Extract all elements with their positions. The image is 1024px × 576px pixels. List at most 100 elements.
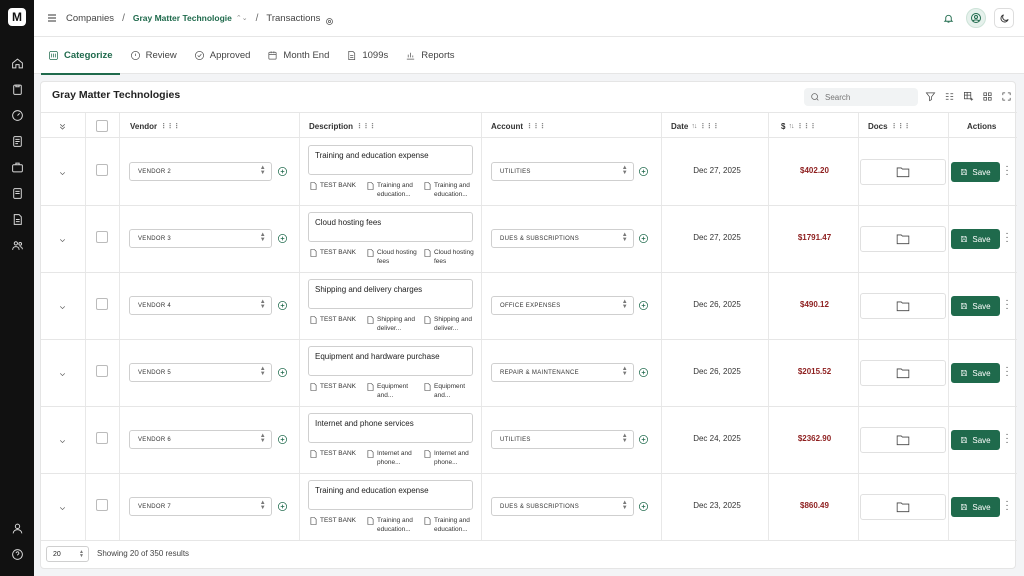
row-checkbox[interactable] (96, 164, 108, 176)
add-vendor-icon[interactable] (277, 365, 288, 377)
save-button[interactable]: Save (951, 363, 1000, 383)
report-icon[interactable] (10, 212, 24, 226)
tab-reports[interactable]: Reports (398, 37, 461, 74)
description-field[interactable]: Equipment and hardware purchase (308, 346, 473, 376)
drag-grip-icon[interactable]: ⋮⋮⋮ (796, 122, 816, 130)
breadcrumb-companies[interactable]: Companies (66, 13, 114, 24)
more-options-icon[interactable]: · · · (1003, 497, 1011, 515)
drag-grip-icon[interactable]: ⋮⋮⋮ (160, 122, 180, 130)
expand-row-icon[interactable] (58, 433, 68, 444)
search-box[interactable] (804, 88, 918, 106)
docs-dropzone[interactable] (860, 494, 946, 520)
vendor-select[interactable]: VENDOR 5 ▲ ▼ (129, 363, 272, 382)
account-icon[interactable] (10, 521, 24, 535)
save-button[interactable]: Save (951, 229, 1000, 249)
home-icon[interactable] (10, 56, 24, 70)
vendor-select[interactable]: VENDOR 2 ▲ ▼ (129, 162, 272, 181)
briefcase-icon[interactable] (10, 160, 24, 174)
more-options-icon[interactable]: · · · (1003, 430, 1011, 448)
breadcrumb-company[interactable]: Gray Matter Technologie (133, 13, 232, 23)
tab-categorize[interactable]: Categorize (41, 37, 120, 75)
description-field[interactable]: Shipping and delivery charges (308, 279, 473, 309)
more-options-icon[interactable]: · · · (1003, 296, 1011, 314)
grid-icon[interactable] (981, 90, 993, 102)
add-vendor-icon[interactable] (277, 499, 288, 511)
save-button[interactable]: Save (951, 430, 1000, 450)
expand-row-icon[interactable] (58, 366, 68, 377)
tab-approved[interactable]: Approved (187, 37, 258, 74)
description-field[interactable]: Cloud hosting fees (308, 212, 473, 242)
add-vendor-icon[interactable] (277, 298, 288, 310)
ledger-icon[interactable] (10, 186, 24, 200)
add-account-icon[interactable] (638, 298, 649, 310)
row-checkbox[interactable] (96, 365, 108, 377)
more-options-icon[interactable]: · · · (1003, 363, 1011, 381)
column-header-date[interactable]: Date ↑↓ ⋮⋮⋮ (671, 113, 719, 139)
row-checkbox[interactable] (96, 231, 108, 243)
save-button[interactable]: Save (951, 296, 1000, 316)
column-header-account[interactable]: Account ⋮⋮⋮ (491, 113, 546, 139)
users-icon[interactable] (10, 238, 24, 252)
add-vendor-icon[interactable] (277, 164, 288, 176)
vendor-select[interactable]: VENDOR 4 ▲ ▼ (129, 296, 272, 315)
description-field[interactable]: Training and education expense (308, 145, 473, 175)
profile-icon[interactable] (966, 8, 986, 28)
filter-icon[interactable] (924, 90, 936, 102)
expand-all-icon[interactable] (58, 113, 67, 139)
chevron-updown-icon[interactable]: ⌃⌄ (236, 14, 248, 22)
drag-grip-icon[interactable]: ⋮⋮⋮ (891, 122, 911, 130)
drag-grip-icon[interactable]: ⋮⋮⋮ (356, 122, 376, 130)
row-checkbox[interactable] (96, 298, 108, 310)
column-header-vendor[interactable]: Vendor ⋮⋮⋮ (130, 113, 180, 139)
expand-row-icon[interactable] (58, 299, 68, 310)
add-account-icon[interactable] (638, 231, 649, 243)
expand-row-icon[interactable] (58, 232, 68, 243)
columns-icon[interactable] (943, 90, 955, 102)
sort-icon[interactable]: ↑↓ (788, 123, 794, 130)
description-field[interactable]: Internet and phone services (308, 413, 473, 443)
row-checkbox[interactable] (96, 432, 108, 444)
bell-icon[interactable] (938, 8, 958, 28)
drag-grip-icon[interactable]: ⋮⋮⋮ (526, 122, 546, 130)
drag-grip-icon[interactable]: ⋮⋮⋮ (699, 122, 719, 130)
save-button[interactable]: Save (951, 162, 1000, 182)
sort-icon[interactable]: ↑↓ (691, 123, 697, 130)
account-select[interactable]: DUES & SUBSCRIPTIONS ▲ ▼ (491, 229, 634, 248)
more-options-icon[interactable]: · · · (1003, 229, 1011, 247)
vendor-select[interactable]: VENDOR 3 ▲ ▼ (129, 229, 272, 248)
add-vendor-icon[interactable] (277, 231, 288, 243)
add-vendor-icon[interactable] (277, 432, 288, 444)
gear-icon[interactable] (325, 13, 335, 25)
vendor-select[interactable]: VENDOR 6 ▲ ▼ (129, 430, 272, 449)
clipboard-icon[interactable] (10, 82, 24, 96)
tab-review[interactable]: Review (123, 37, 184, 74)
moon-icon[interactable] (994, 8, 1014, 28)
tab-1099s[interactable]: 1099s (339, 37, 395, 74)
app-logo[interactable]: M (8, 8, 26, 26)
page-size-select[interactable]: 20 ▲ ▼ (46, 546, 89, 562)
docs-dropzone[interactable] (860, 293, 946, 319)
column-header-amount[interactable]: $ ↑↓ ⋮⋮⋮ (781, 113, 816, 139)
row-checkbox[interactable] (96, 499, 108, 511)
save-button[interactable]: Save (951, 497, 1000, 517)
expand-row-icon[interactable] (58, 165, 68, 176)
add-account-icon[interactable] (638, 432, 649, 444)
gauge-icon[interactable] (10, 108, 24, 122)
account-select[interactable]: OFFICE EXPENSES ▲ ▼ (491, 296, 634, 315)
docs-dropzone[interactable] (860, 427, 946, 453)
more-options-icon[interactable]: · · · (1003, 162, 1011, 180)
docs-dropzone[interactable] (860, 360, 946, 386)
fullscreen-icon[interactable] (1000, 90, 1012, 102)
docs-dropzone[interactable] (860, 226, 946, 252)
select-all-checkbox[interactable] (96, 113, 108, 139)
add-account-icon[interactable] (638, 499, 649, 511)
menu-icon[interactable] (46, 11, 60, 25)
account-select[interactable]: DUES & SUBSCRIPTIONS ▲ ▼ (491, 497, 634, 516)
tab-month-end[interactable]: Month End (260, 37, 336, 74)
add-account-icon[interactable] (638, 164, 649, 176)
column-header-docs[interactable]: Docs ⋮⋮⋮ (868, 113, 911, 139)
vendor-select[interactable]: VENDOR 7 ▲ ▼ (129, 497, 272, 516)
description-field[interactable]: Training and education expense (308, 480, 473, 510)
column-header-description[interactable]: Description ⋮⋮⋮ (309, 113, 376, 139)
expand-row-icon[interactable] (58, 500, 68, 511)
